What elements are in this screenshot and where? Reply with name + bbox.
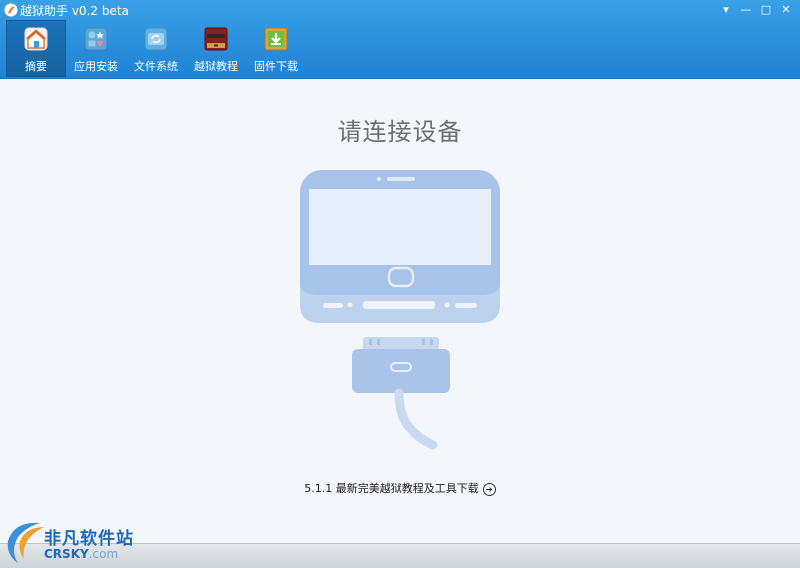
tab-summary[interactable]: 摘要 bbox=[6, 20, 66, 77]
watermark-cn-text: 非凡软件站 bbox=[44, 529, 134, 549]
home-icon bbox=[24, 27, 48, 51]
main-toolbar: 摘要 应用安装 文件系统 越狱教程 固件下载 bbox=[6, 20, 306, 77]
maximize-button[interactable]: □ bbox=[758, 3, 774, 17]
close-button[interactable]: ✕ bbox=[778, 3, 794, 17]
minimize-button[interactable]: — bbox=[738, 3, 754, 17]
tab-file-system-label: 文件系统 bbox=[134, 60, 178, 73]
tab-firmware-download-label: 固件下载 bbox=[254, 60, 298, 73]
window-title: 越狱助手 v0.2 beta bbox=[20, 4, 129, 18]
tab-file-system[interactable]: 文件系统 bbox=[126, 20, 186, 77]
download-icon bbox=[264, 27, 288, 51]
app-logo-icon bbox=[4, 3, 18, 17]
menu-dropdown-button[interactable]: ▾ bbox=[718, 3, 734, 17]
filesystem-icon bbox=[144, 27, 168, 51]
tutorial-link-row[interactable]: 5.1.1 最新完美越狱教程及工具下载 ➔ bbox=[0, 480, 800, 496]
title-bar: 越狱助手 v0.2 beta ▾ — □ ✕ 摘要 应用安装 文件系统 越狱教程… bbox=[0, 0, 800, 79]
tab-app-install-label: 应用安装 bbox=[74, 60, 118, 73]
tab-app-install[interactable]: 应用安装 bbox=[66, 20, 126, 77]
iphone-illustration bbox=[300, 170, 500, 450]
book-icon bbox=[204, 27, 228, 51]
connect-device-heading: 请连接设备 bbox=[337, 118, 463, 146]
tutorial-download-link[interactable]: 5.1.1 最新完美越狱教程及工具下载 bbox=[304, 482, 478, 495]
watermark-en-text: CRSKY.com bbox=[44, 547, 118, 561]
tab-jailbreak-tutorial-label: 越狱教程 bbox=[194, 60, 238, 73]
apps-icon bbox=[84, 27, 108, 51]
watermark-brand: CRSKY bbox=[44, 547, 89, 561]
arrow-right-icon[interactable]: ➔ bbox=[482, 482, 496, 496]
tab-firmware-download[interactable]: 固件下载 bbox=[246, 20, 306, 77]
tab-jailbreak-tutorial[interactable]: 越狱教程 bbox=[186, 20, 246, 77]
watermark-domain: .com bbox=[88, 547, 119, 561]
tab-summary-label: 摘要 bbox=[25, 60, 47, 73]
